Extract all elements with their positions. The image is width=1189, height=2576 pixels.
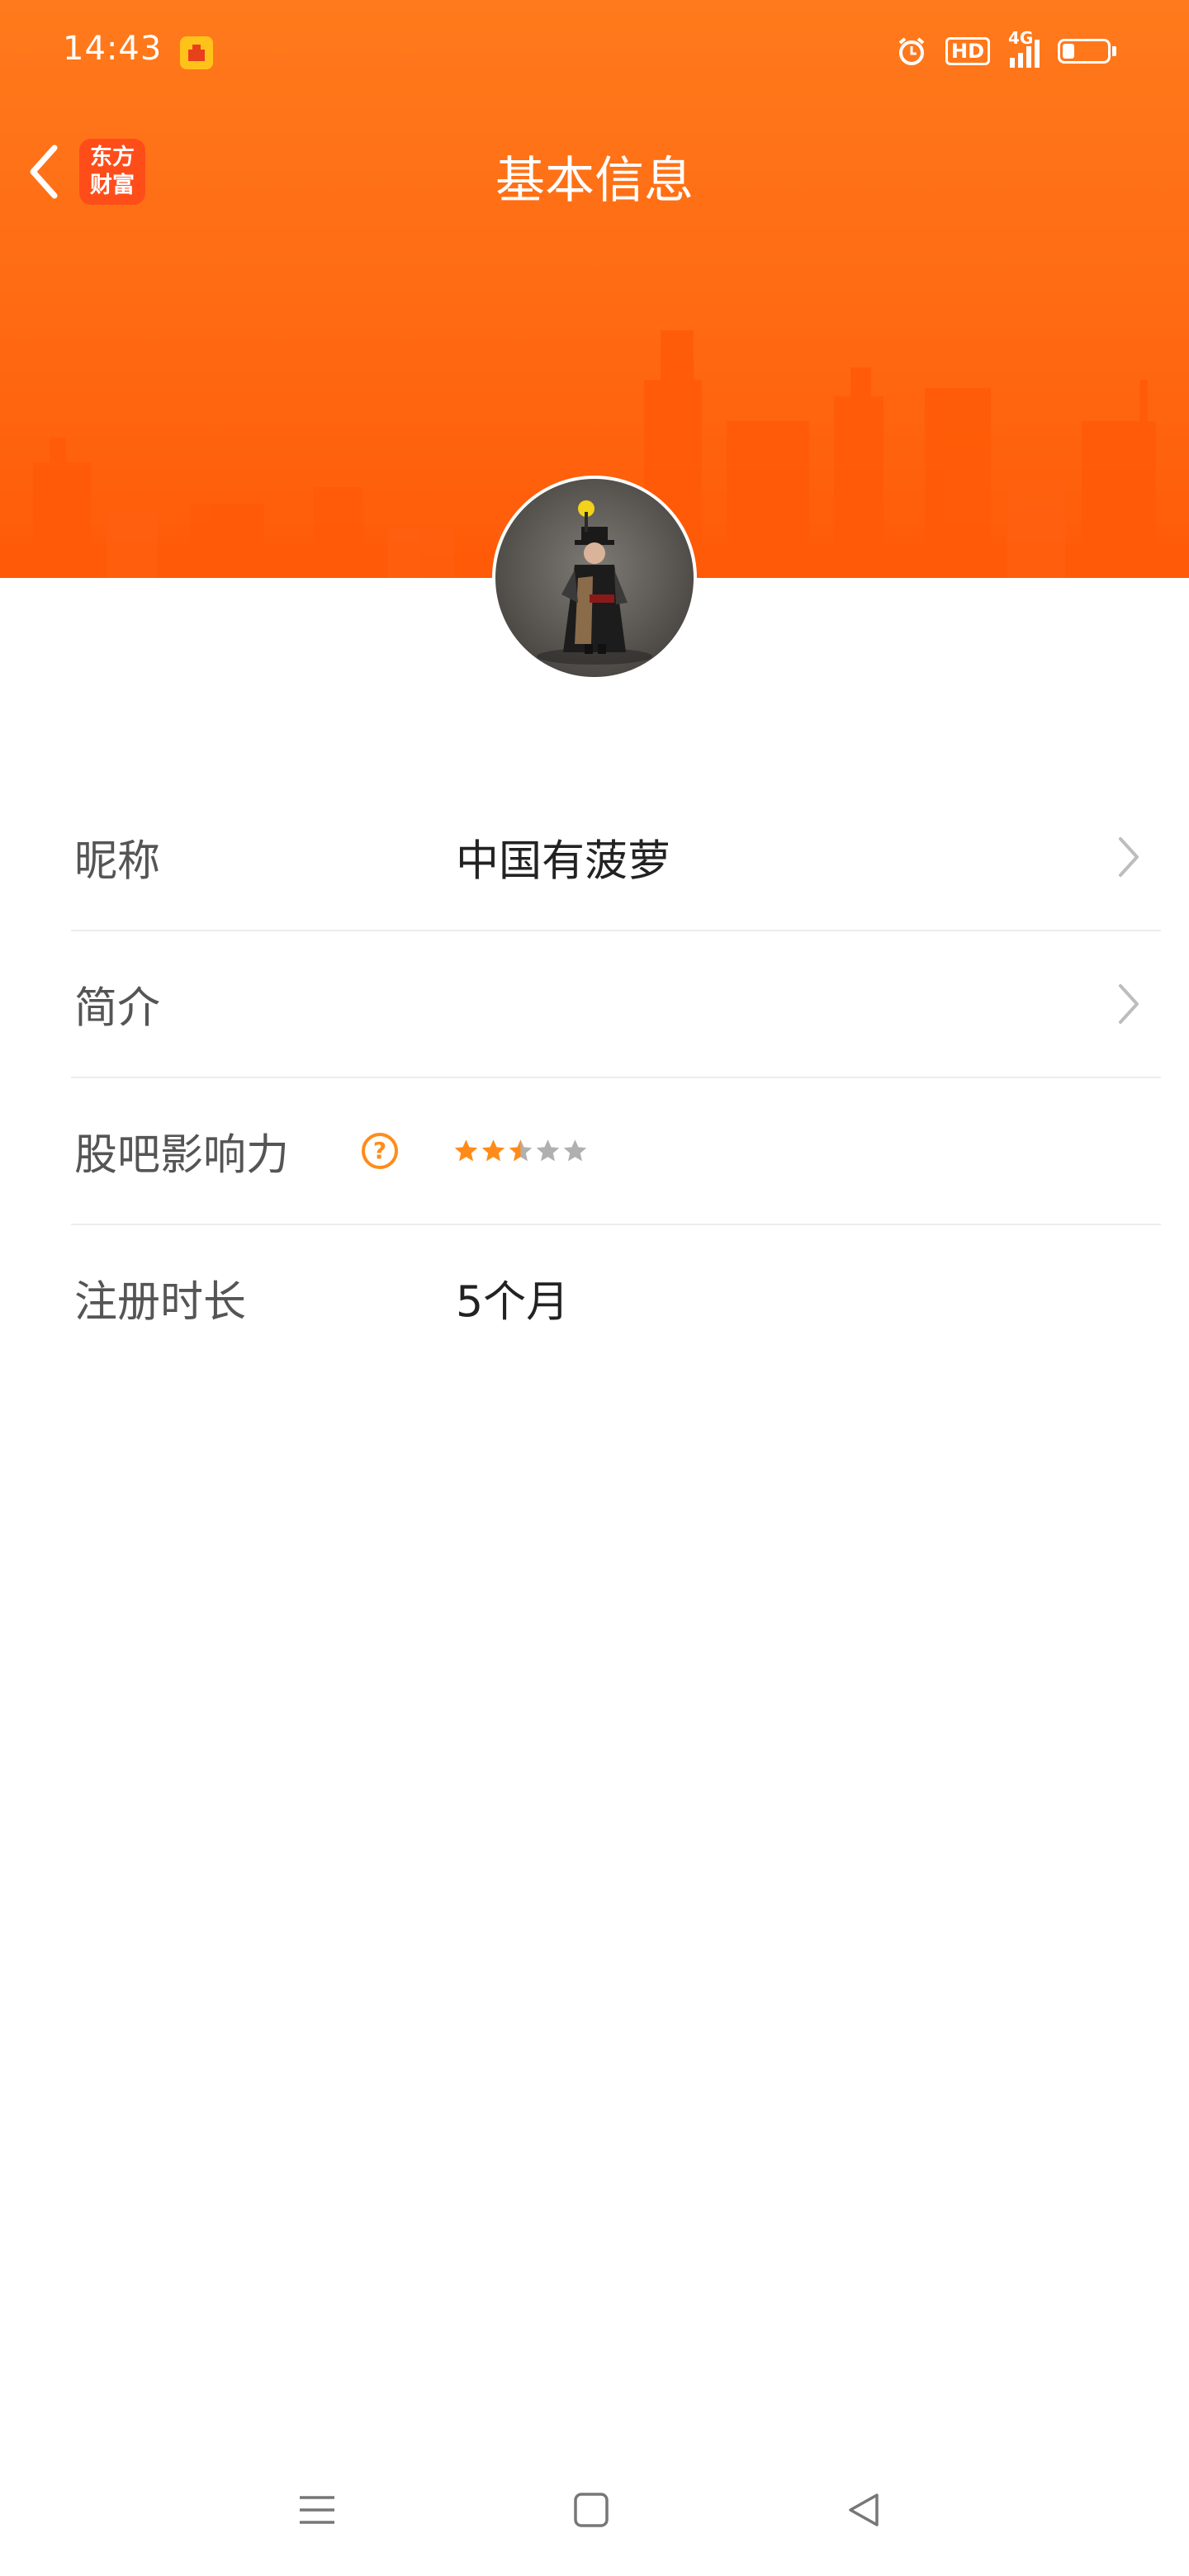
help-icon[interactable]: ? [362, 1133, 398, 1169]
registration-duration-label: 注册时长 [74, 1277, 247, 1328]
system-navigation-bar [0, 2444, 1189, 2576]
notification-app-icon [180, 36, 213, 69]
avatar-character-image [537, 500, 652, 665]
bio-row[interactable]: 简介 [71, 931, 1161, 1078]
status-bar: 14:43 HD 4G [0, 0, 1189, 107]
profile-info-list: 昵称 中国有菠萝 简介 股吧影响力 ? 注册时长 5个月 [0, 784, 1189, 1371]
influence-row: 股吧影响力 ? [71, 1078, 1161, 1225]
registration-duration-row: 注册时长 5个月 [71, 1225, 1161, 1371]
menu-icon [300, 2496, 334, 2524]
home-button[interactable] [558, 2477, 624, 2543]
triangle-back-icon [849, 2493, 879, 2526]
top-navigation-bar: 东方 财富 基本信息 [0, 107, 1189, 239]
signal-icon: 4G [1008, 28, 1040, 68]
hd-badge: HD [945, 37, 990, 65]
back-nav-button[interactable] [831, 2477, 897, 2543]
status-time: 14:43 [63, 30, 163, 68]
half-star-icon [509, 1139, 533, 1162]
registration-duration-value: 5个月 [456, 1277, 570, 1328]
star-icon [481, 1139, 505, 1162]
recent-apps-button[interactable] [284, 2477, 350, 2543]
star-icon [454, 1139, 478, 1162]
avatar[interactable] [492, 476, 697, 680]
page-title: 基本信息 [495, 152, 694, 210]
star-icon [536, 1139, 560, 1162]
influence-rating [452, 1138, 589, 1165]
battery-icon [1058, 39, 1116, 64]
network-type-label: 4G [1008, 28, 1034, 48]
bio-label: 简介 [74, 983, 161, 1034]
nickname-label: 昵称 [74, 836, 161, 887]
chevron-right-icon [1119, 837, 1139, 877]
square-icon [574, 2493, 609, 2527]
chevron-right-icon [1119, 984, 1139, 1024]
influence-label: 股吧影响力 [74, 1130, 290, 1181]
star-icon [563, 1139, 587, 1162]
nickname-row[interactable]: 昵称 中国有菠萝 [71, 784, 1161, 931]
alarm-icon [898, 37, 925, 65]
nickname-value: 中国有菠萝 [456, 836, 671, 887]
